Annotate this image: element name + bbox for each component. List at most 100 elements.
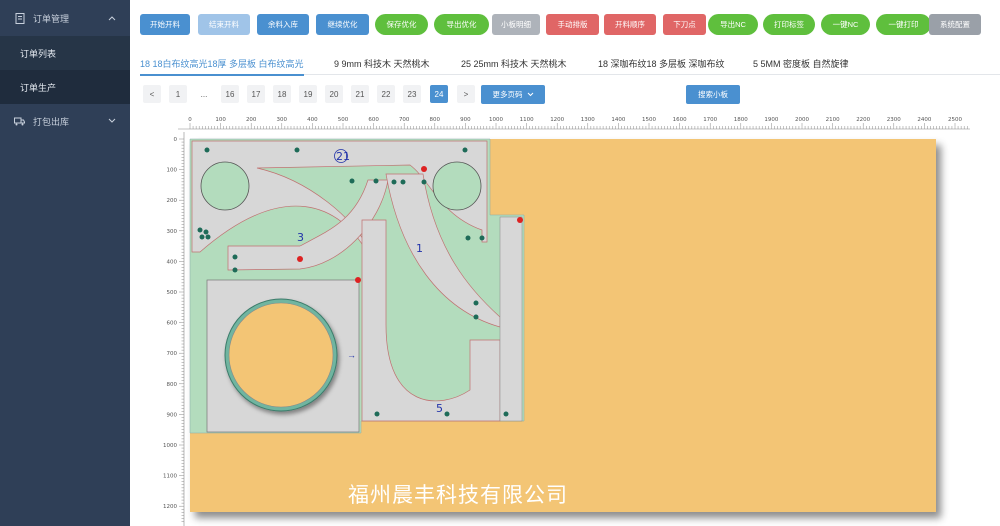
sidebar-item-label: 订单生产 [20, 82, 57, 93]
ruler-label: 900 [167, 412, 178, 418]
part-strip[interactable] [499, 216, 523, 422]
ruler-label: 400 [307, 117, 318, 123]
ruler-label: 2400 [917, 117, 931, 123]
tab-material-4[interactable]: 18 深咖布纹18 多层板 深咖布纹 [598, 57, 725, 70]
current-page-button[interactable]: 24 [430, 85, 448, 103]
one-click-nc-button[interactable]: 一键NC [821, 14, 870, 35]
company-watermark: 福州晨丰科技有限公司 [348, 483, 568, 507]
one-click-print-button[interactable]: 一键打印 [876, 14, 931, 35]
system-config-button[interactable]: 系统配置 [929, 14, 981, 35]
ruler-label: 700 [399, 117, 410, 123]
sidebar-item-order-list[interactable]: 订单列表 [0, 36, 130, 70]
page-button[interactable]: 20 [325, 85, 343, 103]
ruler-label: 2100 [826, 117, 840, 123]
ruler-label: 300 [277, 117, 288, 123]
horizontal-ruler: 0 100 200 300 400 500 600 700 800 900 1000 1100 1200… [178, 117, 970, 130]
ruler-label: 1000 [163, 443, 177, 449]
part-hole [200, 161, 250, 211]
menu-packing-label: 打包出库 [33, 116, 70, 127]
ruler-label: 1200 [550, 117, 564, 123]
ruler-label: 1900 [764, 117, 778, 123]
ruler-label: 1200 [163, 504, 177, 510]
ruler-label: 500 [167, 290, 178, 296]
ruler-label: 0 [174, 137, 178, 143]
start-cut-button[interactable]: 开始开料 [140, 14, 190, 35]
tab-material-5[interactable]: 5 5MM 密度板 自然旋律 [753, 57, 849, 70]
part-hole [432, 161, 482, 211]
ruler-label: 600 [368, 117, 379, 123]
next-page-button[interactable]: > [457, 85, 475, 103]
small-board-detail-button[interactable]: 小板明细 [492, 14, 540, 35]
sidebar-item-label: 订单列表 [20, 48, 57, 59]
material-tabs: 18 18白布纹高光18厚 多层板 白布纹高光 9 9mm 科技木 天然桃木 2… [140, 55, 1000, 76]
page-button[interactable]: 17 [247, 85, 265, 103]
tab-material-3[interactable]: 25 25mm 科技木 天然桃木 [461, 57, 567, 70]
sidebar-item-order-production[interactable]: 订单生产 [0, 70, 130, 104]
ruler-label: 2300 [887, 117, 901, 123]
page-button[interactable]: 1 [169, 85, 187, 103]
save-optimize-button[interactable]: 保存优化 [375, 14, 428, 35]
ruler-label: 1300 [581, 117, 595, 123]
more-pages-dropdown[interactable]: 更多页码 [481, 85, 545, 104]
ruler-label: 300 [167, 229, 178, 235]
ruler-label: 500 [338, 117, 349, 123]
ruler-label: 200 [167, 198, 178, 204]
nesting-view: 0 100 200 300 400 500 600 700 800 900 1000 1100 1200… [163, 117, 970, 526]
part-label: 3 [297, 231, 304, 244]
more-pages-label: 更多页码 [492, 90, 523, 99]
cut-order-button[interactable]: 开料顺序 [604, 14, 656, 35]
menu-order-management-label: 订单管理 [33, 13, 70, 24]
remnant-in-button[interactable]: 余料入库 [257, 14, 309, 35]
continue-optimize-button[interactable]: 继续优化 [316, 14, 369, 35]
page-button[interactable]: 22 [377, 85, 395, 103]
ruler-label: 800 [167, 382, 178, 388]
ruler-label: 0 [188, 117, 192, 123]
ruler-label: 1100 [163, 474, 177, 480]
prev-page-button[interactable]: < [143, 85, 161, 103]
menu-order-management[interactable]: 订单管理 [0, 0, 130, 36]
page-button[interactable]: 16 [221, 85, 239, 103]
ruler-label: 1000 [489, 117, 503, 123]
order-submenu: 订单列表 订单生产 [0, 36, 130, 104]
direction-arrow-icon: → [347, 350, 356, 360]
export-nc-button[interactable]: 导出NC [708, 14, 758, 35]
ruler-label: 1500 [642, 117, 656, 123]
page-ellipsis: ... [200, 89, 208, 99]
layout-canvas[interactable]: 0 100 200 300 400 500 600 700 800 900 1000 1100 1200… [140, 110, 1000, 526]
ruler-label: 100 [215, 117, 226, 123]
page-button[interactable]: 18 [273, 85, 291, 103]
menu-packing-outbound[interactable]: 打包出库 [0, 104, 130, 138]
ruler-label: 200 [246, 117, 257, 123]
vertical-ruler: 0 100 200 300 400 500 600 700 800 900 1000 1100 1200… [163, 132, 185, 526]
ruler-label: 100 [167, 168, 178, 174]
ruler-label: 1600 [673, 117, 687, 123]
ruler-label: 800 [430, 117, 441, 123]
ruler-label: 2500 [948, 117, 962, 123]
part-label: 21 [336, 150, 350, 163]
ruler-label: 1400 [611, 117, 625, 123]
tab-material-2[interactable]: 9 9mm 科技木 天然桃木 [334, 57, 430, 70]
page-button[interactable]: 23 [403, 85, 421, 103]
chevron-up-icon [108, 13, 116, 23]
manual-layout-button[interactable]: 手动排版 [546, 14, 599, 35]
part-round-hole [228, 302, 334, 408]
ruler-label: 1800 [734, 117, 748, 123]
ruler-label: 600 [167, 321, 178, 327]
tab-material-1[interactable]: 18 18白布纹高光18厚 多层板 白布纹高光 [140, 57, 304, 76]
ruler-label: 1700 [703, 117, 717, 123]
ruler-label: 400 [167, 259, 178, 265]
end-cut-button[interactable]: 结束开料 [198, 14, 250, 35]
tool-point-button[interactable]: 下刀点 [663, 14, 706, 35]
print-label-button[interactable]: 打印标签 [763, 14, 815, 35]
part-label: 5 [436, 402, 443, 415]
ruler-label: 700 [167, 351, 178, 357]
export-optimize-button[interactable]: 导出优化 [434, 14, 489, 35]
page-button[interactable]: 21 [351, 85, 369, 103]
ruler-label: 1100 [520, 117, 534, 123]
chevron-down-icon [108, 116, 116, 126]
ruler-label: 2000 [795, 117, 809, 123]
document-icon [14, 12, 25, 24]
sidebar: 订单管理 订单列表 订单生产 打包出库 [0, 0, 130, 526]
page-button[interactable]: 19 [299, 85, 317, 103]
search-small-board-button[interactable]: 搜索小板 [686, 85, 740, 104]
